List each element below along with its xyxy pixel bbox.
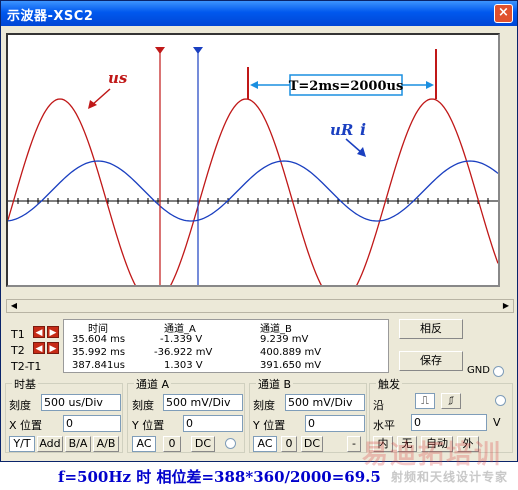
channel-b-ypos-label: Y 位置: [253, 419, 286, 432]
gnd-label: GND: [467, 365, 490, 376]
header-time: 时间: [88, 324, 108, 335]
timebase-xpos-label: X 位置: [9, 419, 43, 432]
mode-yt-button[interactable]: Y/T: [9, 436, 35, 452]
t1-label: T1: [11, 328, 25, 341]
t2-channel-b: 400.889 mV: [260, 347, 322, 358]
scroll-right-icon[interactable]: ▶: [501, 301, 511, 311]
cursor-t2-marker-icon: [193, 47, 203, 54]
timebase-scale-label: 刻度: [9, 399, 31, 412]
horizontal-scrollbar[interactable]: ◀ ▶: [6, 299, 514, 313]
period-label: T=2ms=2000us: [289, 79, 404, 94]
oscilloscope-window: 示波器-XSC2 × T=2ms=2000us us uR i ◀ ▶ T1 ◀ ▶ …: [0, 0, 518, 462]
ur-arrowhead-icon: [357, 147, 366, 157]
ur-arrow: [345, 138, 363, 154]
title-bar[interactable]: 示波器-XSC2 ×: [1, 1, 517, 26]
channel-a-ypos-label: Y 位置: [132, 419, 165, 432]
phase-caption: f=500Hz 时 相位差=388*360/2000=69.5: [58, 468, 381, 486]
trigger-level-field[interactable]: 0: [411, 414, 487, 431]
channel-a-scale-label: 刻度: [132, 399, 154, 412]
channel-b-title: 通道 B: [256, 376, 294, 392]
channel-a-trace: [8, 98, 498, 285]
reverse-button[interactable]: 相反: [399, 319, 463, 339]
watermark-sub: 射频和天线设计专家: [390, 470, 508, 484]
channel-b-scale-field[interactable]: 500 mV/Div: [285, 394, 365, 411]
timebase-scale-field[interactable]: 500 us/Div: [41, 394, 121, 411]
t1-time: 35.604 ms: [72, 334, 126, 345]
timebase-title: 时基: [12, 376, 38, 392]
channel-a-ac-button[interactable]: AC: [132, 436, 156, 452]
t2-channel-a: -36.922 mV: [154, 347, 213, 358]
i-label: i: [360, 120, 366, 139]
watermark-main: 易迪拓培训: [361, 440, 502, 470]
t2-t1-channel-a: 1.303 V: [164, 360, 203, 371]
t1-channel-a: -1.339 V: [160, 334, 203, 345]
scope-screen: T=2ms=2000us us uR i: [6, 33, 500, 287]
trigger-edge-radio[interactable]: [495, 395, 506, 406]
save-button[interactable]: 保存: [399, 351, 463, 371]
t2-t1-time: 387.841us: [72, 360, 125, 371]
t2-label: T2: [11, 344, 25, 357]
scroll-left-icon[interactable]: ◀: [9, 301, 19, 311]
waveform-display: T=2ms=2000us us uR i: [8, 47, 498, 285]
t1-right-arrow-icon[interactable]: ▶: [47, 326, 59, 338]
channel-b-scale-label: 刻度: [253, 399, 275, 412]
channel-a-radio[interactable]: [225, 438, 236, 449]
period-arrowhead-right-icon: [426, 81, 434, 89]
t2-t1-label: T2-T1: [11, 360, 42, 373]
period-arrowhead-left-icon: [250, 81, 258, 89]
measurement-readout: 时间 通道_A 通道_B 35.604 ms -1.339 V 9.239 mV…: [63, 319, 389, 373]
channel-b-trace: [8, 160, 498, 222]
falling-edge-icon[interactable]: ⎎: [441, 393, 461, 409]
trigger-level-label: 水平: [373, 419, 395, 432]
t1-left-arrow-icon[interactable]: ◀: [33, 326, 45, 338]
channel-b-dc-button[interactable]: DC: [301, 436, 323, 452]
header-channel-b: 通道_B: [260, 324, 292, 335]
us-label: us: [108, 69, 128, 87]
channel-b-zero-button[interactable]: 0: [281, 436, 297, 452]
mode-add-button[interactable]: Add: [37, 436, 63, 452]
trigger-edge-label: 沿: [373, 399, 384, 412]
rising-edge-icon[interactable]: ⎍: [415, 393, 435, 409]
header-channel-a: 通道_A: [164, 324, 196, 335]
close-button[interactable]: ×: [494, 4, 513, 23]
channel-a-scale-field[interactable]: 500 mV/Div: [163, 394, 243, 411]
t1-channel-b: 9.239 mV: [260, 334, 309, 345]
t2-left-arrow-icon[interactable]: ◀: [33, 342, 45, 354]
channel-a-title: 通道 A: [134, 376, 172, 392]
channel-a-dc-button[interactable]: DC: [191, 436, 215, 452]
channel-a-ypos-field[interactable]: 0: [183, 415, 243, 432]
t2-t1-channel-b: 391.650 mV: [260, 360, 322, 371]
channel-b-ac-button[interactable]: AC: [253, 436, 277, 452]
trigger-title: 触发: [376, 376, 402, 392]
watermark: 易迪拓培训 射频和天线设计专家: [334, 434, 512, 486]
t2-time: 35.992 ms: [72, 347, 126, 358]
ur-label: uR: [330, 121, 353, 139]
mode-ba-button[interactable]: B/A: [65, 436, 91, 452]
gnd-radio[interactable]: [493, 366, 504, 377]
trigger-level-unit: V: [493, 416, 501, 429]
mode-ab-button[interactable]: A/B: [93, 436, 119, 452]
channel-a-zero-button[interactable]: 0: [163, 436, 181, 452]
cursor-t1-marker-icon: [155, 47, 165, 54]
timebase-xpos-field[interactable]: 0: [63, 415, 121, 432]
channel-b-ypos-field[interactable]: 0: [305, 415, 365, 432]
window-title: 示波器-XSC2: [7, 9, 94, 24]
t2-right-arrow-icon[interactable]: ▶: [47, 342, 59, 354]
vertical-scrollbar[interactable]: [501, 33, 515, 287]
us-arrow: [91, 88, 111, 106]
